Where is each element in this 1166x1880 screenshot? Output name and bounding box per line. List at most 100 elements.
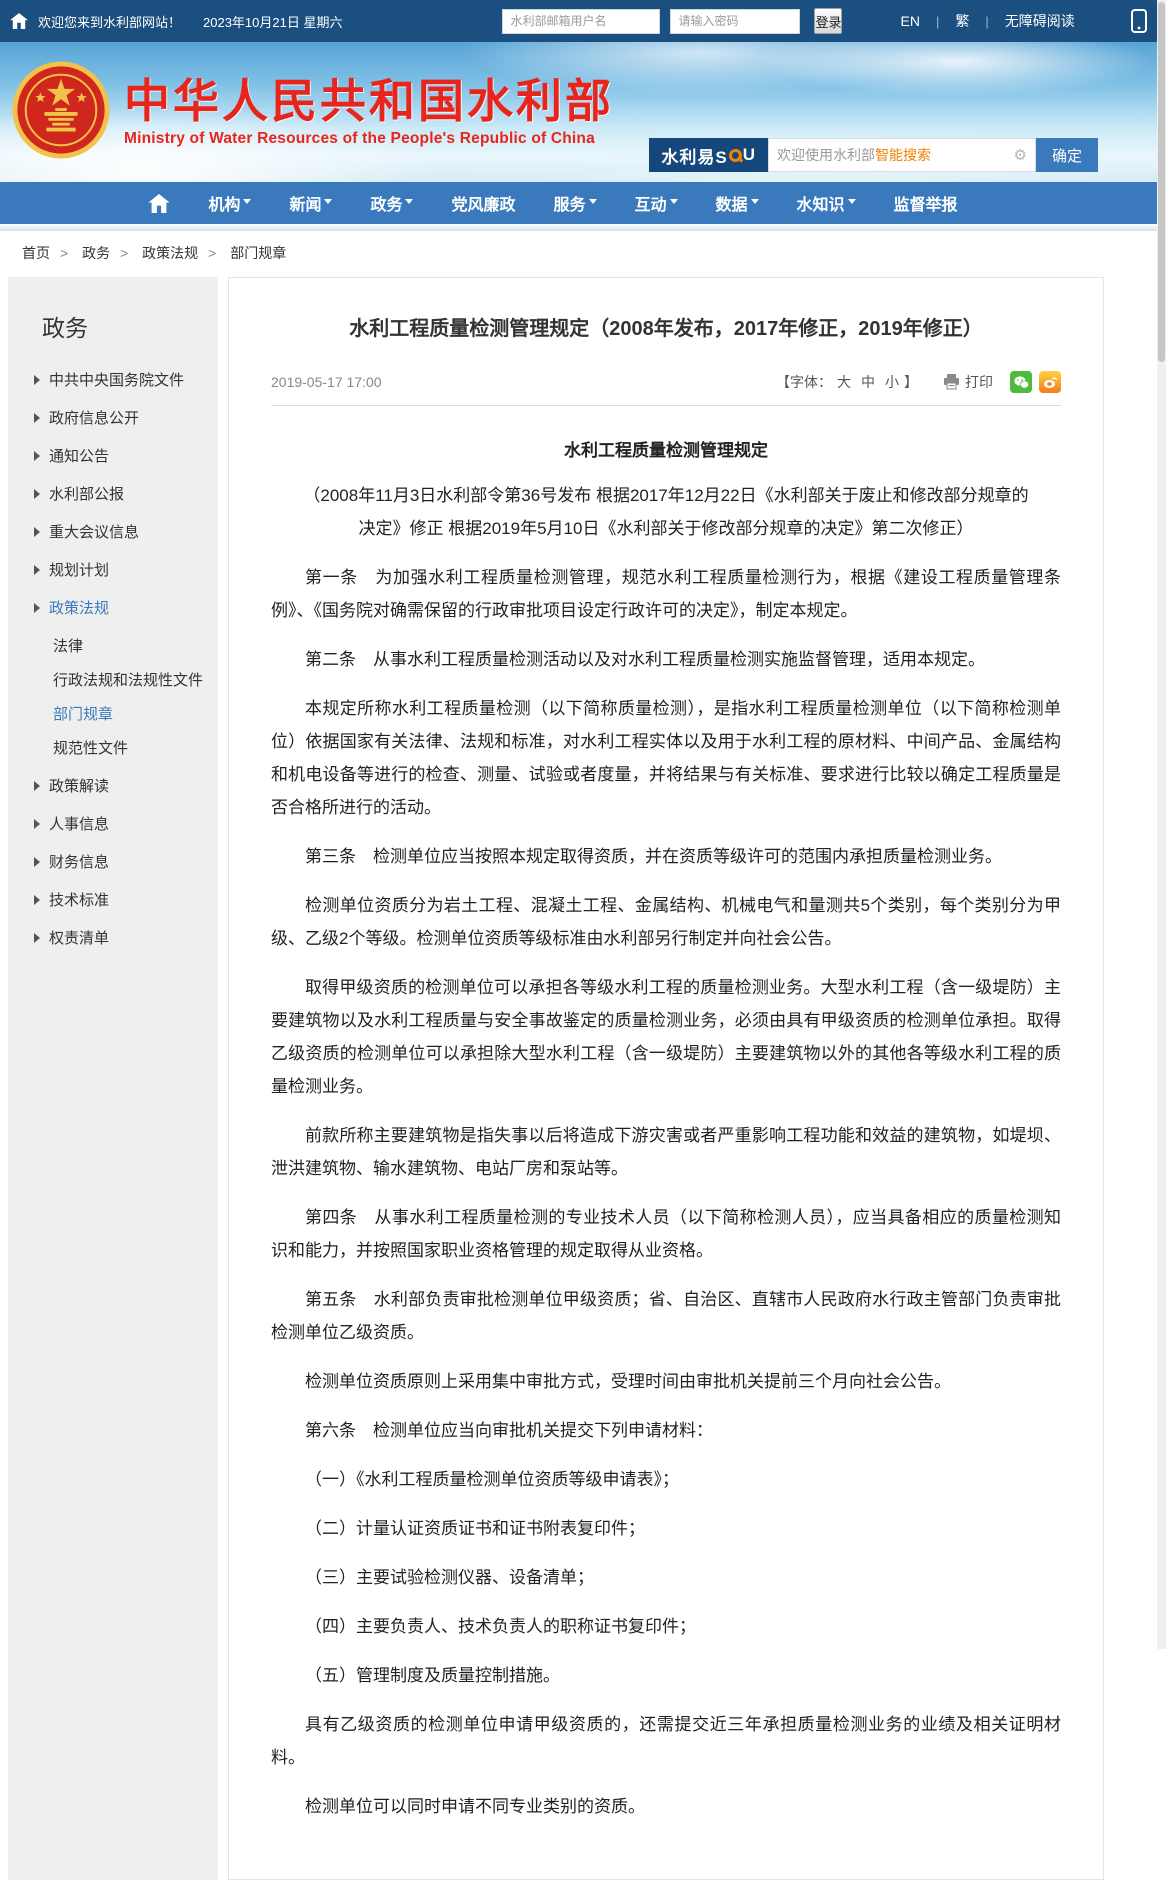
- scrollbar-thumb[interactable]: [1158, 2, 1165, 362]
- breadcrumb-link[interactable]: 首页: [22, 245, 50, 261]
- breadcrumb-link[interactable]: 政策法规: [142, 245, 198, 261]
- sidebar-item[interactable]: 水利部公报: [34, 483, 208, 504]
- article-paragraph: 前款所称主要建筑物是指失事以后将造成下游灾害或者严重影响工程功能和效益的建筑物，…: [271, 1119, 1061, 1185]
- sidebar-item[interactable]: 技术标准: [34, 889, 208, 910]
- sidebar-title: 政务: [42, 309, 208, 343]
- sidebar-item-label: 人事信息: [49, 813, 109, 834]
- nav-item[interactable]: 新闻: [289, 191, 332, 215]
- triangle-right-icon: [34, 895, 40, 905]
- sidebar-item-label: 中共中央国务院文件: [49, 369, 184, 390]
- sidebar-item-label: 技术标准: [49, 889, 109, 910]
- sidebar-item-label: 通知公告: [49, 445, 109, 466]
- sidebar-item[interactable]: 中共中央国务院文件: [34, 369, 208, 390]
- breadcrumb-link[interactable]: 政务: [82, 245, 110, 261]
- printer-icon: [943, 374, 960, 390]
- divider: |: [936, 14, 939, 29]
- sidebar-item[interactable]: 权责清单: [34, 927, 208, 948]
- sidebar-item[interactable]: 政策法规: [34, 597, 208, 618]
- site-banner: 中华人民共和国水利部 Ministry of Water Resources o…: [0, 42, 1166, 182]
- sidebar: 政务 中共中央国务院文件 政府信息公开 通知公告 水利部公报: [8, 277, 218, 1880]
- sidebar-item[interactable]: 规范性文件: [53, 737, 208, 758]
- nav-item[interactable]: 监督举报: [894, 191, 958, 215]
- sidebar-item[interactable]: 政府信息公开: [34, 407, 208, 428]
- font-size-option[interactable]: 大: [837, 374, 851, 390]
- breadcrumb: 首页> 政务> 政策法规> 部门规章: [0, 231, 1166, 273]
- article-title: 水利工程质量检测管理规定（2008年发布，2017年修正，2019年修正）: [271, 312, 1061, 341]
- font-size-option[interactable]: 中: [861, 374, 875, 390]
- publish-date: 2019-05-17 17:00: [271, 374, 382, 390]
- sidebar-item[interactable]: 部门规章: [53, 703, 208, 724]
- sidebar-item[interactable]: 通知公告: [34, 445, 208, 466]
- national-emblem-logo: [12, 61, 110, 159]
- font-widget-prefix: 【字体：: [776, 374, 832, 390]
- sidebar-item[interactable]: 人事信息: [34, 813, 208, 834]
- sidebar-item[interactable]: 财务信息: [34, 851, 208, 872]
- print-button[interactable]: 打印: [943, 372, 993, 392]
- article-paragraph: 第一条 为加强水利工程质量检测管理，规范水利工程质量检测行为，根据《建设工程质量…: [271, 561, 1061, 627]
- search-submit-button[interactable]: 确定: [1036, 138, 1098, 172]
- sidebar-item[interactable]: 政策解读: [34, 775, 208, 796]
- lang-en-link[interactable]: EN: [900, 13, 919, 29]
- password-input[interactable]: [670, 9, 800, 34]
- chevron-down-icon: [589, 199, 597, 204]
- sidebar-item-label: 规范性文件: [53, 737, 128, 758]
- article-paragraph: 检测单位可以同时申请不同专业类别的资质。: [271, 1790, 1061, 1823]
- sidebar-item-label: 水利部公报: [49, 483, 124, 504]
- document-preamble: （2008年11月3日水利部令第36号发布 根据2017年12月22日《水利部关…: [301, 479, 1031, 545]
- print-label: 打印: [965, 372, 993, 392]
- sidebar-item-label: 财务信息: [49, 851, 109, 872]
- sidebar-item-label: 规划计划: [49, 559, 109, 580]
- lang-traditional-link[interactable]: 繁: [955, 11, 969, 31]
- article-paragraph: 检测单位资质分为岩土工程、混凝土工程、金属结构、机械电气和量测共5个类别，每个类…: [271, 889, 1061, 955]
- article-paragraph: 第六条 检测单位应当向审批机关提交下列申请材料：: [271, 1414, 1061, 1447]
- chevron-down-icon: [751, 199, 759, 204]
- nav-home-icon[interactable]: [148, 194, 170, 213]
- breadcrumb-separator: >: [208, 245, 216, 261]
- sidebar-item-label: 法律: [53, 635, 83, 656]
- mobile-icon[interactable]: [1131, 9, 1147, 33]
- weibo-share-icon[interactable]: [1039, 371, 1061, 393]
- search-brand-label: 水利易SU: [649, 138, 768, 172]
- triangle-right-icon: [34, 933, 40, 943]
- font-size-widget: 【字体： 大中小】: [776, 372, 918, 392]
- search-placeholder: 欢迎使用水利部智能搜索: [777, 145, 1014, 165]
- gear-icon[interactable]: ⚙: [1014, 146, 1027, 164]
- nav-item[interactable]: 互动: [635, 191, 678, 215]
- wechat-share-icon[interactable]: [1010, 371, 1032, 393]
- article-paragraph: （二）计量认证资质证书和证书附表复印件；: [271, 1512, 1061, 1545]
- font-widget-suffix: 】: [904, 374, 918, 390]
- triangle-right-icon: [34, 819, 40, 829]
- search-input[interactable]: 欢迎使用水利部智能搜索 ⚙: [768, 138, 1036, 172]
- sidebar-item[interactable]: 重大会议信息: [34, 521, 208, 542]
- login-button[interactable]: 登录: [814, 8, 842, 34]
- font-size-option[interactable]: 小: [885, 374, 899, 390]
- email-username-input[interactable]: [502, 9, 660, 34]
- nav-item[interactable]: 机构: [208, 191, 251, 215]
- sidebar-item[interactable]: 法律: [53, 635, 208, 656]
- divider: |: [985, 14, 988, 29]
- vertical-scrollbar[interactable]: [1157, 0, 1166, 1649]
- breadcrumb-link[interactable]: 部门规章: [230, 245, 286, 261]
- nav-item[interactable]: 水知识: [797, 191, 856, 215]
- nav-item[interactable]: 党风廉政: [451, 191, 515, 215]
- article-paragraph: 第四条 从事水利工程质量检测的专业技术人员（以下简称检测人员），应当具备相应的质…: [271, 1201, 1061, 1267]
- article-body: 第一条 为加强水利工程质量检测管理，规范水利工程质量检测行为，根据《建设工程质量…: [271, 561, 1061, 1823]
- breadcrumb-separator: >: [60, 245, 68, 261]
- home-icon[interactable]: [10, 13, 28, 29]
- nav-item[interactable]: 政务: [370, 191, 413, 215]
- triangle-right-icon: [34, 603, 40, 613]
- article-paragraph: （五）管理制度及质量控制措施。: [271, 1659, 1061, 1692]
- chevron-down-icon: [848, 199, 856, 204]
- welcome-text: 欢迎您来到水利部网站！: [38, 12, 181, 31]
- sidebar-item[interactable]: 规划计划: [34, 559, 208, 580]
- top-utility-bar: 欢迎您来到水利部网站！ 2023年10月21日 星期六 登录 EN | 繁 | …: [0, 0, 1166, 42]
- main-nav: 机构 新闻 政务 党风廉政 服务 互动 数据 水知识 监督举报: [0, 182, 1166, 224]
- sidebar-item[interactable]: 行政法规和法规性文件: [53, 669, 208, 690]
- sidebar-item-label: 政策法规: [49, 597, 109, 618]
- sidebar-item-label: 政府信息公开: [49, 407, 139, 428]
- triangle-right-icon: [34, 527, 40, 537]
- nav-item[interactable]: 服务: [553, 191, 596, 215]
- chevron-down-icon: [405, 199, 413, 204]
- accessibility-link[interactable]: 无障碍阅读: [1005, 11, 1075, 31]
- nav-item[interactable]: 数据: [716, 191, 759, 215]
